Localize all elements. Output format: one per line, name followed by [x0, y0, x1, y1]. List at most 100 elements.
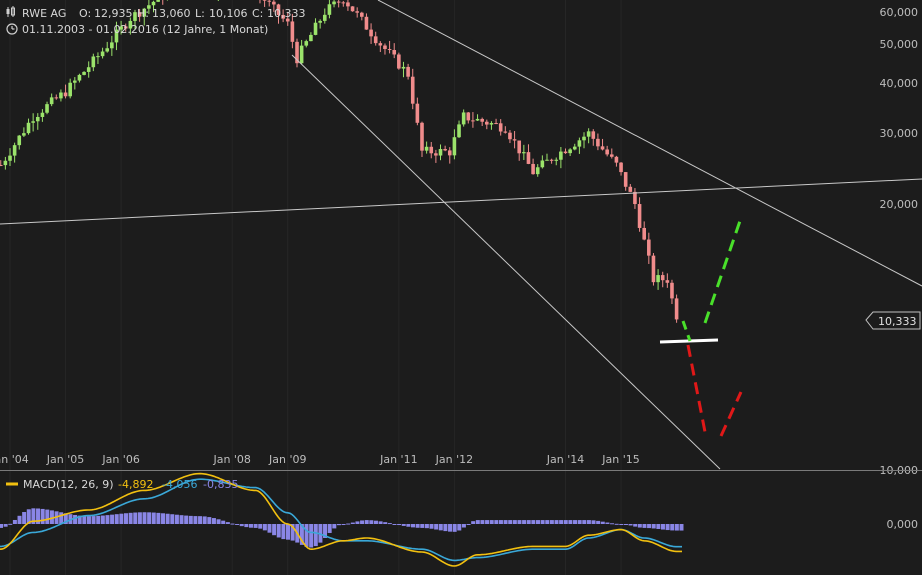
macd-histogram-bar — [647, 524, 652, 529]
candle-body — [605, 149, 609, 155]
x-tick-label: Jan '04 — [0, 453, 29, 466]
candle-body — [318, 20, 322, 23]
macd-histogram-bar — [596, 520, 601, 524]
last-price-badge-text: 10,333 — [878, 315, 917, 328]
macd-histogram-bar — [642, 524, 647, 528]
macd-histogram-bar — [12, 519, 17, 524]
ohlc-close-value: 10,333 — [267, 7, 306, 20]
macd-histogram-bar — [244, 524, 249, 528]
macd-histogram-bar — [239, 524, 244, 527]
candle-body — [327, 4, 332, 15]
candle-body — [600, 146, 605, 150]
macd-histogram-bar — [119, 513, 124, 524]
macd-histogram-bar — [123, 513, 128, 524]
macd-histogram-bar — [22, 512, 27, 524]
candle-body — [512, 139, 517, 141]
candle-body — [406, 66, 410, 77]
candle-body — [438, 149, 443, 156]
macd-histogram-bar — [147, 512, 152, 524]
candle-body — [346, 2, 350, 7]
macd-histogram-bar — [225, 522, 230, 524]
macd-histogram-bar — [665, 524, 670, 531]
macd-histogram-bar — [128, 512, 133, 524]
candle-body — [475, 118, 480, 121]
last-price-badge: 10,333 — [865, 311, 921, 330]
candle-body — [73, 80, 77, 83]
candle-body — [647, 239, 651, 256]
macd-histogram-bar — [369, 520, 374, 524]
macd-histogram-bar — [568, 520, 573, 524]
macd-y-tick-label: 0,000 — [887, 518, 919, 531]
macd-histogram-bar — [424, 524, 429, 529]
macd-histogram-bar — [577, 520, 582, 524]
macd-histogram-bar — [364, 520, 369, 524]
candle — [295, 38, 299, 68]
macd-histogram-bar — [3, 524, 8, 527]
macd-histogram-bar — [545, 520, 550, 524]
macd-histogram-bar — [360, 520, 365, 524]
date-range: 01.11.2003 - 01.02.2016 (12 Jahre, 1 Mon… — [22, 23, 268, 36]
candle-body — [68, 82, 72, 97]
macd-histogram-bar — [489, 520, 494, 524]
candle — [674, 294, 679, 323]
macd-histogram-bar — [221, 520, 226, 524]
x-tick-label: Jan '05 — [46, 453, 84, 466]
macd-axis: 0,000 — [887, 518, 919, 531]
macd-histogram-bar — [628, 524, 633, 526]
candle-body — [494, 123, 498, 125]
candle-body — [443, 149, 447, 151]
macd-histogram-bar — [82, 516, 87, 524]
candle-body — [151, 1, 156, 6]
candle-body — [26, 122, 31, 134]
candle-body — [397, 54, 401, 69]
candle-body — [332, 1, 336, 5]
stock-chart: 60,00050,00040,00030,00020,00010,000 10,… — [0, 0, 922, 575]
y-tick-label: 20,000 — [880, 198, 919, 211]
candle-body — [392, 50, 397, 55]
macd-histogram-bar — [392, 524, 397, 525]
candle-body — [466, 112, 471, 121]
candle-body — [299, 45, 304, 64]
macd-histogram-bar — [253, 524, 258, 528]
candle-body — [341, 2, 346, 4]
candle-body — [336, 1, 341, 3]
candle-body — [633, 191, 637, 205]
macd-histogram-bar — [656, 524, 661, 529]
macd-histogram-bar — [448, 524, 453, 532]
macd-histogram-bar — [262, 524, 267, 531]
macd-histogram-bar — [165, 513, 170, 524]
macd-histogram-bar — [355, 521, 360, 524]
macd-histogram-bar — [313, 524, 318, 547]
macd-histogram-bar — [517, 520, 522, 524]
candle-body — [262, 0, 267, 1]
macd-histogram-bar — [438, 524, 443, 531]
candle-body — [609, 154, 614, 157]
macd-histogram-bar — [660, 524, 665, 530]
macd-histogram-bar — [475, 520, 480, 524]
macd-histogram-bar — [96, 515, 101, 524]
macd-histogram-bar — [73, 514, 78, 524]
candle-body — [670, 282, 674, 299]
candle-body — [77, 74, 82, 81]
macd-histogram-bar — [137, 512, 142, 524]
macd-histogram-bar — [600, 521, 605, 524]
macd-legend-value-1: -4,892 — [118, 478, 153, 491]
macd-histogram-bar — [512, 520, 517, 524]
x-tick-label: Jan '12 — [435, 453, 473, 466]
macd-histogram-bar — [452, 524, 457, 532]
macd-histogram-bar — [174, 514, 179, 524]
macd-histogram-bar — [17, 515, 22, 524]
candle — [350, 6, 355, 12]
candle-body — [596, 138, 600, 147]
macd-histogram-bar — [522, 520, 527, 524]
candle-body — [401, 66, 406, 69]
candle-body — [485, 121, 489, 125]
macd-histogram-bar — [114, 514, 119, 524]
macd-histogram-bar — [211, 518, 216, 524]
y-tick-label: 40,000 — [880, 77, 919, 90]
macd-histogram-bar — [373, 520, 378, 524]
macd-histogram-bar — [258, 524, 263, 529]
macd-histogram-bar — [332, 524, 337, 529]
macd-histogram-bar — [235, 524, 240, 525]
ohlc-low-label: L: — [195, 7, 205, 20]
